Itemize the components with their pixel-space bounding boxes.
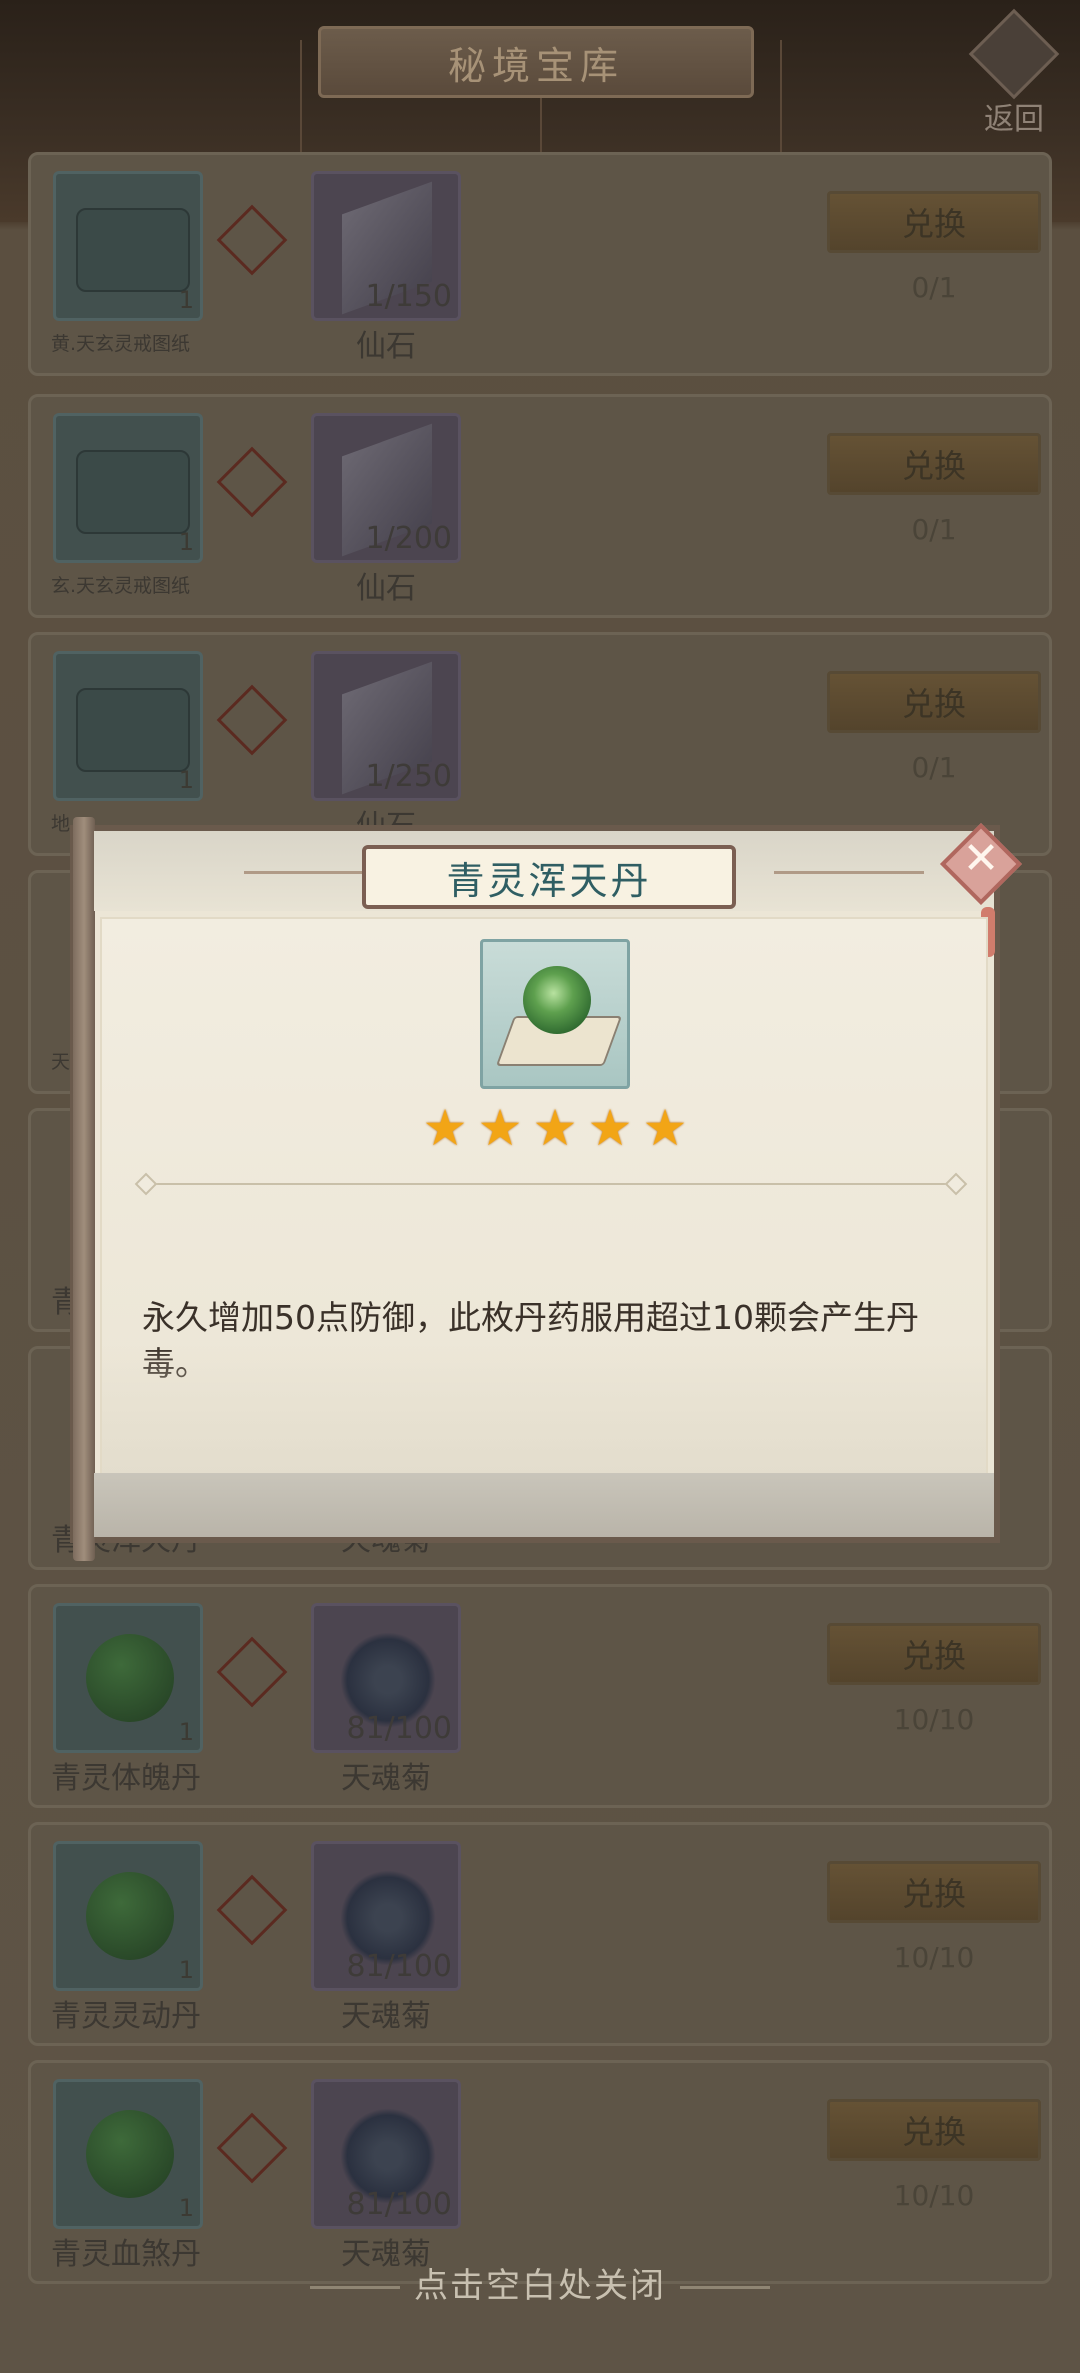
header-ornament-left xyxy=(244,871,364,874)
cost-count: 1/250 xyxy=(365,759,452,794)
star-icon: ★ xyxy=(587,1099,633,1157)
pill-icon xyxy=(86,1872,174,1960)
arrow-icon xyxy=(216,2112,288,2184)
exchange-limit: 10/10 xyxy=(893,2179,975,2212)
reward-slot[interactable]: 1 xyxy=(53,651,203,801)
arrow-icon xyxy=(216,204,288,276)
cost-count: 81/100 xyxy=(346,2187,452,2222)
exchange-limit: 0/1 xyxy=(911,513,957,546)
pill-item-icon xyxy=(480,939,630,1089)
cost-slot[interactable]: 1/200 xyxy=(311,413,461,563)
pill-icon xyxy=(86,2110,174,2198)
close-hint[interactable]: 点击空白处关闭 xyxy=(0,2258,1080,2307)
reward-count: 1 xyxy=(178,2194,194,2222)
divider xyxy=(146,1183,956,1185)
close-hint-text: 点击空白处关闭 xyxy=(414,2266,666,2306)
cost-slot[interactable]: 1/250 xyxy=(311,651,461,801)
cost-slot[interactable]: 81/100 xyxy=(311,1603,461,1753)
wave-decoration xyxy=(102,1345,986,1475)
back-label: 返回 xyxy=(984,102,1044,137)
reward-slot[interactable]: 1 xyxy=(53,2079,203,2229)
list-item: 1 1/250 地 仙石 兑换 0/1 xyxy=(28,632,1052,856)
dialog-side-rail xyxy=(73,817,95,1561)
item-detail-dialog: 青灵浑天丹 ✕ ★★★★★ 永久增加50点防御，此枚丹药服用超过10颗会产生丹毒… xyxy=(70,817,1023,1561)
exchange-limit: 10/10 xyxy=(893,1703,975,1736)
reward-slot[interactable]: 1 xyxy=(53,1841,203,1991)
exchange-button[interactable]: 兑换 xyxy=(827,433,1041,495)
hint-ornament-left xyxy=(310,2286,400,2289)
dialog-title: 青灵浑天丹 xyxy=(362,845,736,909)
page-title: 秘境宝库 xyxy=(318,26,754,98)
list-item: 1 1/150 黄.天玄灵戒图纸 仙石 兑换 0/1 xyxy=(28,152,1052,376)
header-ornament-right xyxy=(774,871,924,874)
cost-slot[interactable]: 1/150 xyxy=(311,171,461,321)
back-button[interactable]: 返回 xyxy=(962,8,1066,137)
reward-slot[interactable]: 1 xyxy=(53,413,203,563)
reward-slot[interactable]: 1 xyxy=(53,171,203,321)
hint-ornament-right xyxy=(680,2286,770,2289)
pill-icon xyxy=(86,1634,174,1722)
star-icon: ★ xyxy=(642,1099,688,1157)
reward-count: 1 xyxy=(178,528,194,556)
exchange-button[interactable]: 兑换 xyxy=(827,1861,1041,1923)
cost-name: 仙石 xyxy=(356,329,416,364)
star-icon: ★ xyxy=(532,1099,578,1157)
reward-name: 地 xyxy=(51,813,71,835)
arrow-icon xyxy=(216,684,288,756)
reward-count: 1 xyxy=(178,1718,194,1746)
green-orb-icon xyxy=(523,966,591,1034)
scroll-icon xyxy=(76,688,190,772)
scroll-icon xyxy=(76,208,190,292)
list-item: 1 1/200 玄.天玄灵戒图纸 仙石 兑换 0/1 xyxy=(28,394,1052,618)
reward-count: 1 xyxy=(178,766,194,794)
close-button[interactable]: ✕ xyxy=(938,821,1024,907)
cost-slot[interactable]: 81/100 xyxy=(311,2079,461,2229)
close-icon: ✕ xyxy=(962,833,1000,884)
cost-count: 81/100 xyxy=(346,1949,452,1984)
list-item: 1 81/100 青灵血煞丹 天魂菊 兑换 10/10 xyxy=(28,2060,1052,2284)
list-item: 1 81/100 青灵体魄丹 天魂菊 兑换 10/10 xyxy=(28,1584,1052,1808)
reward-name: 青灵体魄丹 xyxy=(51,1761,201,1796)
arrow-icon xyxy=(216,1636,288,1708)
arrow-icon xyxy=(216,446,288,518)
exchange-limit: 0/1 xyxy=(911,271,957,304)
back-icon xyxy=(968,8,1060,100)
reward-name: 天 xyxy=(51,1051,71,1073)
list-item: 1 81/100 青灵灵动丹 天魂菊 兑换 10/10 xyxy=(28,1822,1052,2046)
cost-count: 1/150 xyxy=(365,279,452,314)
cost-name: 天魂菊 xyxy=(341,1999,431,2034)
reward-name: 青灵灵动丹 xyxy=(51,1999,201,2034)
reward-slot[interactable]: 1 xyxy=(53,1603,203,1753)
star-rating: ★ ★ ★ ★ ★ xyxy=(420,1103,690,1155)
arrow-icon xyxy=(216,1874,288,1946)
exchange-limit: 10/10 xyxy=(893,1941,975,1974)
reward-count: 1 xyxy=(178,1956,194,1984)
exchange-button[interactable]: 兑换 xyxy=(827,191,1041,253)
reward-name: 黄.天玄灵戒图纸 xyxy=(51,333,191,355)
dialog-footer xyxy=(94,1473,994,1537)
cost-slot[interactable]: 81/100 xyxy=(311,1841,461,1991)
star-icon: ★ xyxy=(477,1099,523,1157)
cost-name: 天魂菊 xyxy=(341,1761,431,1796)
exchange-limit: 0/1 xyxy=(911,751,957,784)
cost-count: 1/200 xyxy=(365,521,452,556)
reward-count: 1 xyxy=(178,286,194,314)
reward-name: 玄.天玄灵戒图纸 xyxy=(51,575,191,597)
cost-count: 81/100 xyxy=(346,1711,452,1746)
exchange-button[interactable]: 兑换 xyxy=(827,671,1041,733)
cost-name: 仙石 xyxy=(356,571,416,606)
star-icon: ★ xyxy=(422,1099,468,1157)
exchange-button[interactable]: 兑换 xyxy=(827,1623,1041,1685)
scroll-icon xyxy=(76,450,190,534)
exchange-button[interactable]: 兑换 xyxy=(827,2099,1041,2161)
dialog-body: ★★★★★ 永久增加50点防御，此枚丹药服用超过10颗会产生丹毒。 xyxy=(100,917,988,1477)
